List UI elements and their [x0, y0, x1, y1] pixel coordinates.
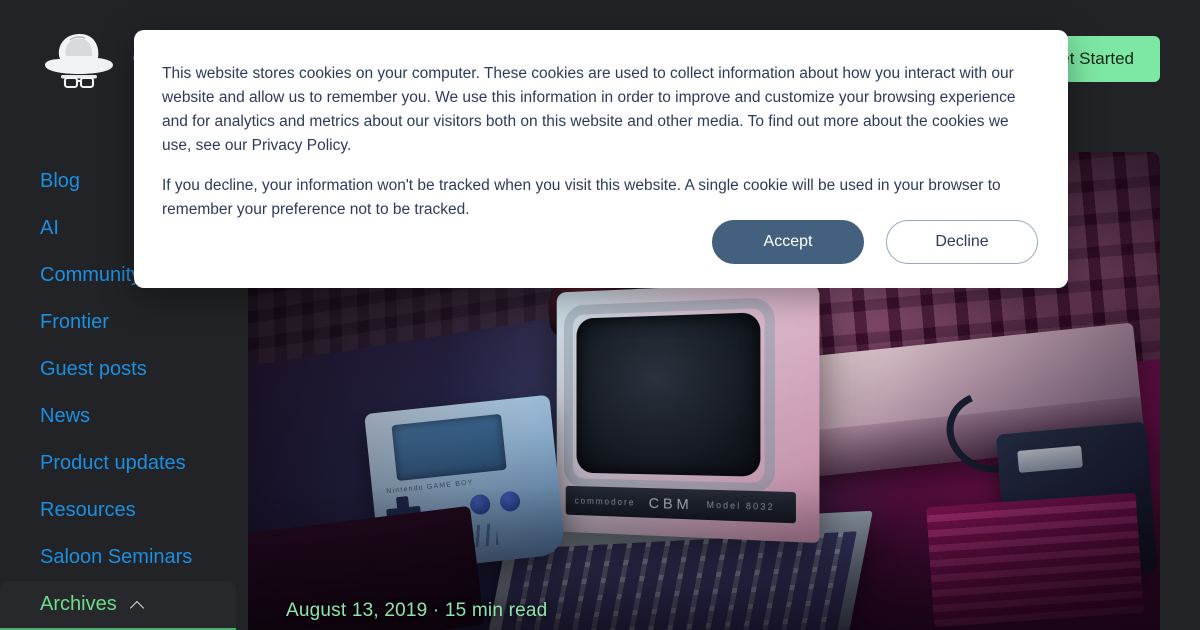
decline-cookies-button[interactable]: Decline — [886, 220, 1038, 264]
cookie-paragraph-2: If you decline, your information won't b… — [162, 177, 1001, 218]
sidebar-item-guest-posts[interactable]: Guest posts — [0, 346, 248, 393]
sidebar-item-label: Archives — [40, 593, 117, 615]
game-boy-label: Nintendo GAME BOY — [386, 479, 474, 496]
cbm-model-number-text: Model 8032 — [706, 499, 775, 513]
commodore-cbm-monitor: commodore CBM Model 8032 — [556, 280, 820, 544]
sidebar-item-archives[interactable]: Archives — [0, 581, 236, 630]
game-boy-a-button — [469, 493, 492, 516]
cookie-consent-dialog[interactable]: This website stores cookies on your comp… — [134, 30, 1068, 288]
privacy-policy-link[interactable]: Privacy Policy — [252, 137, 347, 154]
cookie-actions: Accept Decline — [712, 220, 1038, 264]
cbm-screen — [576, 312, 761, 477]
sidebar-item-saloon-seminars[interactable]: Saloon Seminars — [0, 534, 248, 581]
cbm-brand-text: commodore — [574, 495, 636, 508]
cookie-paragraph-1-tail: . — [346, 137, 352, 154]
cbm-model-text: CBM — [648, 494, 693, 513]
magenta-cartridge — [926, 492, 1144, 628]
cookie-paragraph-1: This website stores cookies on your comp… — [162, 62, 1040, 158]
accept-cookies-button[interactable]: Accept — [712, 220, 864, 264]
game-boy-b-button — [499, 490, 522, 513]
article-meta: August 13, 2019 · 15 min read — [286, 600, 548, 621]
game-boy-screen — [391, 413, 507, 482]
sidebar-item-resources[interactable]: Resources — [0, 487, 248, 534]
sidebar-item-product-updates[interactable]: Product updates — [0, 440, 248, 487]
chevron-up-icon — [131, 600, 145, 609]
page-root: Grammarly Get Started Blog AI Community … — [0, 0, 1200, 630]
sidebar-item-news[interactable]: News — [0, 393, 248, 440]
sidebar-item-frontier[interactable]: Frontier — [0, 299, 248, 346]
cowboy-hat-glasses-logo-icon — [40, 29, 118, 89]
